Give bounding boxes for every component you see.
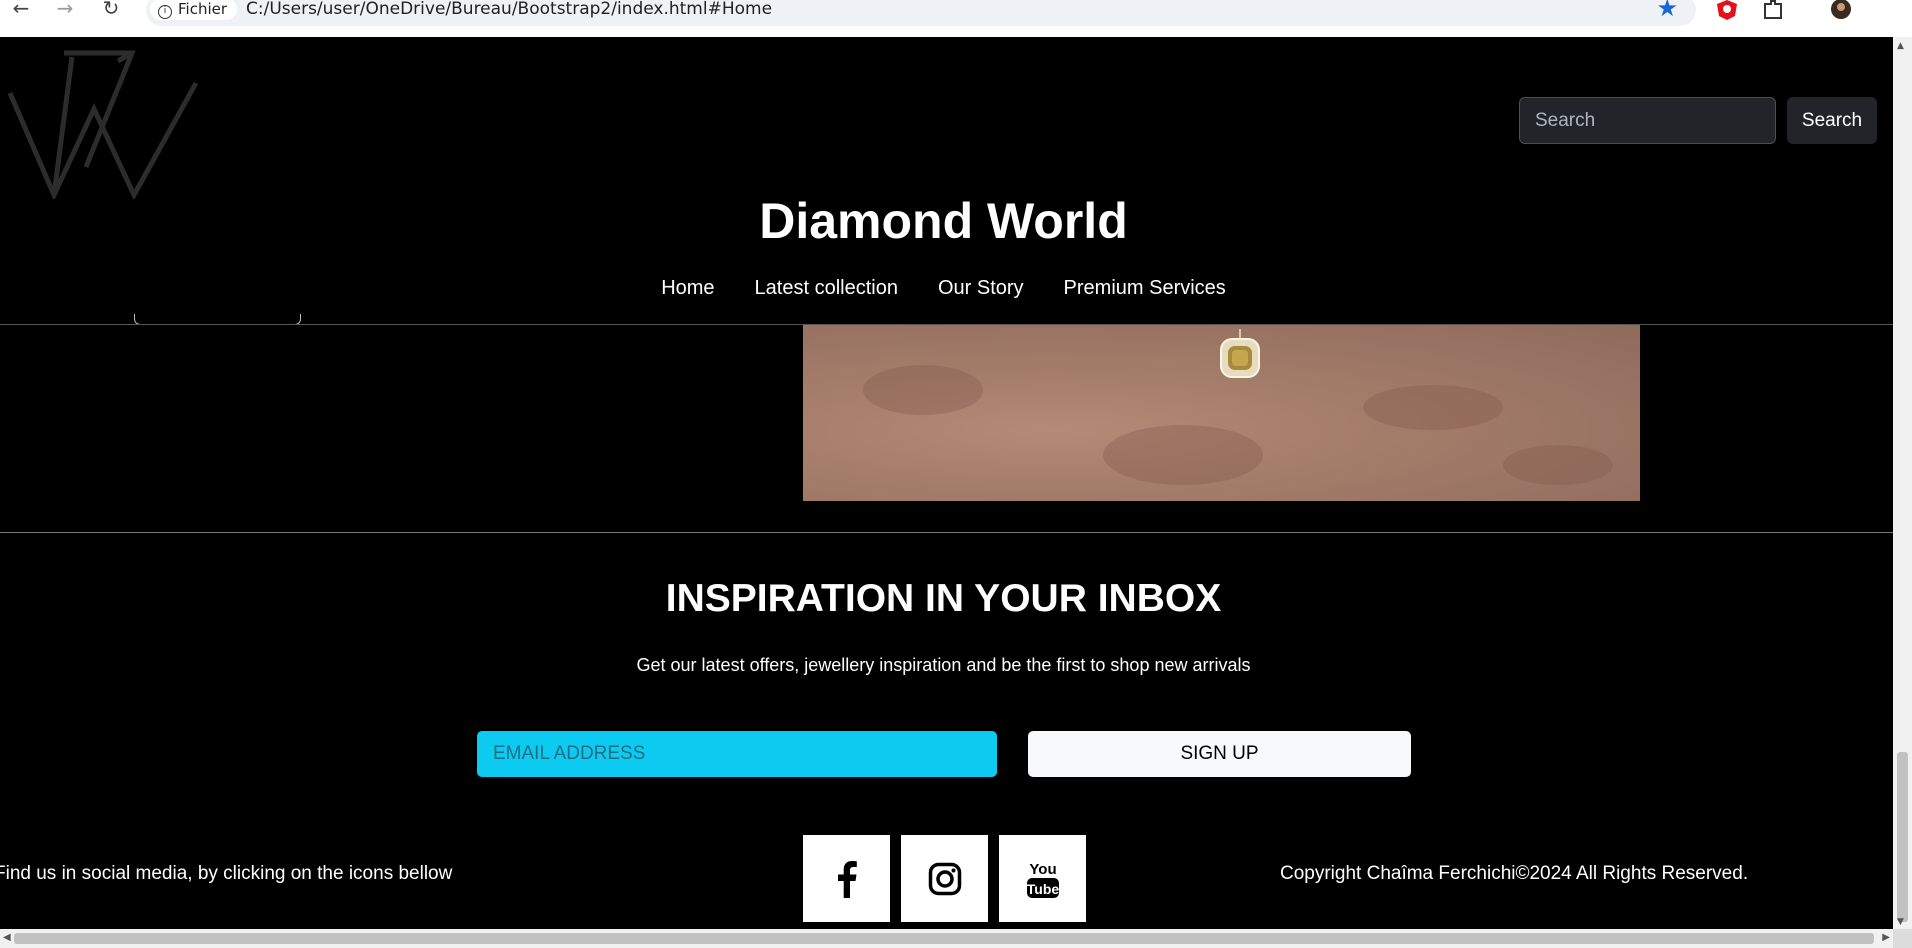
url-text[interactable]: C:/Users/user/OneDrive/Bureau/Bootstrap2… xyxy=(246,0,772,21)
youtube-link[interactable]: You Tube xyxy=(999,835,1086,922)
nav-home[interactable]: Home xyxy=(661,277,714,300)
scroll-down-icon[interactable]: ▼ xyxy=(1897,917,1904,927)
copyright-text: Copyright Chaîma Ferchichi©2024 All Righ… xyxy=(1280,863,1749,884)
extension-shield-icon[interactable] xyxy=(1716,0,1738,20)
profile-avatar[interactable] xyxy=(1830,0,1852,20)
instagram-link[interactable] xyxy=(901,835,988,922)
pendant-image xyxy=(1220,329,1260,378)
nav-our-story[interactable]: Our Story xyxy=(938,277,1024,300)
scrollbar-corner xyxy=(1893,929,1912,948)
section-divider xyxy=(0,532,1893,533)
youtube-icon: You Tube xyxy=(1026,861,1059,898)
address-bar[interactable]: i Fichier C:/Users/user/OneDrive/Bureau/B… xyxy=(146,0,1696,26)
nav-premium-services[interactable]: Premium Services xyxy=(1064,277,1226,300)
site-title: Diamond World xyxy=(759,193,1128,249)
scroll-right-icon[interactable]: ▶ xyxy=(1882,932,1890,943)
facebook-link[interactable] xyxy=(803,835,890,922)
brand-logo xyxy=(7,50,198,199)
extensions-puzzle-icon[interactable] xyxy=(1762,0,1784,20)
jewellery-image xyxy=(803,325,1640,501)
bookmark-star-icon[interactable]: ★ xyxy=(1656,0,1678,20)
horizontal-scrollbar[interactable]: ◀ ▶ xyxy=(0,929,1893,948)
back-icon[interactable]: ← xyxy=(6,0,36,20)
search-input[interactable] xyxy=(1519,97,1776,144)
scroll-left-icon[interactable]: ◀ xyxy=(3,932,11,943)
site-info-chip[interactable]: i Fichier xyxy=(150,0,238,20)
horizontal-scroll-thumb[interactable] xyxy=(14,933,1874,944)
search-button[interactable]: Search xyxy=(1787,97,1877,144)
email-field[interactable] xyxy=(477,731,997,777)
instagram-icon xyxy=(928,862,961,895)
site-chip-label: Fichier xyxy=(178,0,228,18)
newsletter-title: INSPIRATION IN YOUR INBOX xyxy=(665,577,1222,620)
browser-toolbar: ← → ↻ i Fichier C:/Users/user/OneDrive/Bu… xyxy=(0,0,1912,37)
scroll-up-icon[interactable]: ▲ xyxy=(1897,41,1904,51)
page-viewport: Search Diamond World Home Latest collect… xyxy=(0,37,1893,929)
sign-up-button[interactable]: SIGN UP xyxy=(1028,731,1411,777)
forward-icon[interactable]: → xyxy=(50,0,80,20)
nav-latest-collection[interactable]: Latest collection xyxy=(755,277,898,300)
vertical-scrollbar[interactable]: ▲ ▼ xyxy=(1893,37,1912,929)
info-icon: i xyxy=(158,5,172,19)
youtube-icon-label-top: You xyxy=(1029,861,1056,878)
newsletter-subtitle: Get our latest offers, jewellery inspira… xyxy=(636,655,1251,675)
youtube-icon-label-bottom: Tube xyxy=(1026,881,1059,897)
facebook-icon xyxy=(837,860,857,898)
main-nav: Home Latest collection Our Story Premium… xyxy=(0,277,1887,300)
social-media-text: Find us in social media, by clicking on … xyxy=(0,863,453,884)
reload-icon[interactable]: ↻ xyxy=(96,0,126,20)
vertical-scroll-thumb[interactable] xyxy=(1897,752,1908,922)
